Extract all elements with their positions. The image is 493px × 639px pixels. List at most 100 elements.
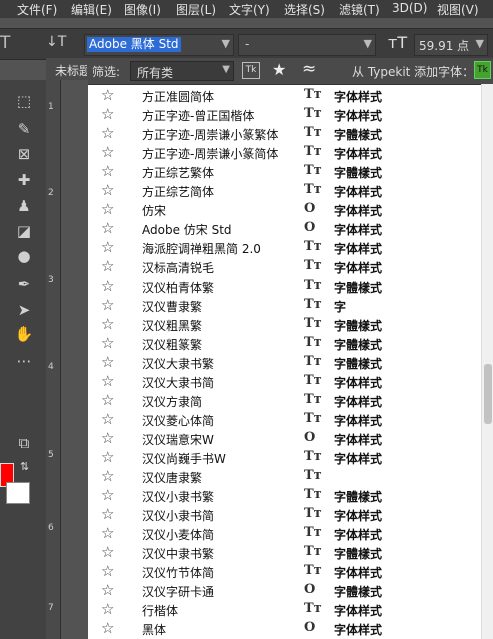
favorite-star-icon[interactable]: ☆	[101, 86, 114, 105]
font-size-field[interactable]: 59.91 点 ▼	[414, 34, 488, 56]
type-tool-icon[interactable]: T	[0, 33, 14, 55]
favorite-star-icon[interactable]: ☆	[101, 410, 114, 429]
menu-file[interactable]: 文件(F)	[17, 1, 57, 18]
font-list-item[interactable]: ☆ 汉仪中隶书繁 Tт 字體樣式	[88, 543, 481, 562]
typekit-filter-icon[interactable]: Tk	[242, 62, 260, 79]
typekit-add-icon[interactable]: Tk	[474, 61, 491, 79]
scrollbar-thumb[interactable]	[484, 364, 492, 424]
font-list-item[interactable]: ☆ 方正字迹-周崇谦小篆简体 Tт 字体样式	[88, 143, 481, 162]
text-orientation-icon[interactable]: ↓T	[46, 34, 66, 54]
font-list-item[interactable]: ☆ 汉仪尚巍手书W Tт 字体样式	[88, 448, 481, 467]
healing-brush-tool-icon[interactable]: ✚	[13, 169, 35, 191]
favorite-star-icon[interactable]: ☆	[101, 391, 114, 410]
favorite-star-icon[interactable]: ☆	[101, 429, 114, 448]
favorites-filter-star-icon[interactable]: ★	[272, 60, 286, 79]
favorite-star-icon[interactable]: ☆	[101, 181, 114, 200]
favorite-star-icon[interactable]: ☆	[101, 600, 114, 619]
favorite-star-icon[interactable]: ☆	[101, 524, 114, 543]
favorite-star-icon[interactable]: ☆	[101, 619, 114, 638]
font-list-item[interactable]: ☆ 汉仪方隶简 Tт 字体样式	[88, 391, 481, 410]
quick-select-tool-icon[interactable]: ✎	[13, 118, 35, 140]
menu-image[interactable]: 图像(I)	[124, 1, 161, 18]
font-list-item[interactable]: ☆ 汉仪粗黑繁 Tт 字體樣式	[88, 315, 481, 334]
favorite-star-icon[interactable]: ☆	[101, 143, 114, 162]
favorite-star-icon[interactable]: ☆	[101, 238, 114, 257]
favorite-star-icon[interactable]: ☆	[101, 486, 114, 505]
font-list-scrollbar[interactable]	[481, 84, 493, 639]
font-category-select[interactable]: 所有类 ▼	[130, 61, 234, 81]
favorite-star-icon[interactable]: ☆	[101, 105, 114, 124]
font-list-item[interactable]: ☆ 汉标高清锐毛 Tт 字体样式	[88, 257, 481, 276]
font-family-field[interactable]: Adobe 黑体 Std ▼	[84, 34, 234, 56]
font-list-item[interactable]: ☆ 黑体 O 字体样式	[88, 619, 481, 638]
font-list-item[interactable]: ☆ 汉仪竹节体简 Tт 字体样式	[88, 562, 481, 581]
menu-3d[interactable]: 3D(D)	[392, 1, 427, 15]
chevron-down-icon[interactable]: ▼	[364, 37, 372, 50]
eraser-tool-icon[interactable]: ◪	[13, 220, 35, 242]
font-list-item[interactable]: ☆ 汉仪唐隶繁 Tт	[88, 467, 481, 486]
font-list-item[interactable]: ☆ 汉仪瑞意宋W O 字体样式	[88, 429, 481, 448]
font-list-item[interactable]: ☆ Adobe 仿宋 Std O 字体样式	[88, 219, 481, 238]
favorite-star-icon[interactable]: ☆	[101, 162, 114, 181]
swap-colors-icon[interactable]: ⇅	[20, 460, 29, 473]
favorite-star-icon[interactable]: ☆	[101, 448, 114, 467]
font-list-item[interactable]: ☆ 仿宋 O 字体样式	[88, 200, 481, 219]
font-size-value[interactable]: 59.91 点	[419, 37, 469, 54]
font-list-item[interactable]: ☆ 汉仪大隶书简 Tт 字体样式	[88, 372, 481, 391]
font-list-item[interactable]: ☆ 汉仪柏青体繁 Tт 字體樣式	[88, 277, 481, 296]
favorite-star-icon[interactable]: ☆	[101, 334, 114, 353]
menu-select[interactable]: 选择(S)	[284, 1, 325, 18]
font-list-item[interactable]: ☆ 方正综艺简体 Tт 字体样式	[88, 181, 481, 200]
font-list-item[interactable]: ☆ 方正综艺繁体 Tт 字體樣式	[88, 162, 481, 181]
font-list-item[interactable]: ☆ 汉仪菱心体简 Tт 字体样式	[88, 410, 481, 429]
font-list-item[interactable]: ☆ 方正准圆简体 Tт 字体样式	[88, 86, 481, 105]
menu-view[interactable]: 视图(V)	[437, 1, 479, 18]
font-list-item[interactable]: ☆ 汉仪大隶书繁 Tт 字體樣式	[88, 353, 481, 372]
font-list-item[interactable]: ☆ 方正字迹-曾正国楷体 Tт 字体样式	[88, 105, 481, 124]
blur-tool-icon[interactable]: ●	[13, 245, 35, 267]
menu-edit[interactable]: 编辑(E)	[71, 1, 112, 18]
similar-fonts-icon[interactable]: ≈	[302, 59, 316, 79]
font-list-item[interactable]: ☆ 海派腔调禅粗黑简 2.0 Tт 字体样式	[88, 238, 481, 257]
more-tools-icon[interactable]: ⋯	[13, 350, 35, 372]
favorite-star-icon[interactable]: ☆	[101, 581, 114, 600]
favorite-star-icon[interactable]: ☆	[101, 124, 114, 143]
frame-tool-icon[interactable]: ⊠	[13, 143, 35, 165]
favorite-star-icon[interactable]: ☆	[101, 315, 114, 334]
font-list-item[interactable]: ☆ 汉仪曹隶繁 Tт 字	[88, 296, 481, 315]
font-family-value[interactable]: Adobe 黑体 Std	[87, 37, 181, 52]
favorite-star-icon[interactable]: ☆	[101, 353, 114, 372]
font-style-field[interactable]: - ▼	[238, 34, 376, 56]
hand-tool-icon[interactable]: ✋	[13, 323, 35, 345]
chevron-down-icon[interactable]: ▼	[476, 37, 484, 50]
favorite-star-icon[interactable]: ☆	[101, 543, 114, 562]
favorite-star-icon[interactable]: ☆	[101, 505, 114, 524]
favorite-star-icon[interactable]: ☆	[101, 219, 114, 238]
favorite-star-icon[interactable]: ☆	[101, 372, 114, 391]
favorite-star-icon[interactable]: ☆	[101, 467, 114, 486]
menu-filter[interactable]: 滤镜(T)	[339, 1, 380, 18]
marquee-tool-icon[interactable]: ⬚	[13, 90, 35, 112]
favorite-star-icon[interactable]: ☆	[101, 296, 114, 315]
font-list-item[interactable]: ☆ 汉仪粗篆繁 Tт 字體樣式	[88, 334, 481, 353]
font-list-item[interactable]: ☆ 汉仪小麦体简 Tт 字体样式	[88, 524, 481, 543]
font-list-item[interactable]: ☆ 汉仪小隶书繁 Tт 字體樣式	[88, 486, 481, 505]
font-list-item[interactable]: ☆ 汉仪小隶书简 Tт 字体样式	[88, 505, 481, 524]
background-color-swatch[interactable]	[6, 482, 30, 504]
favorite-star-icon[interactable]: ☆	[101, 277, 114, 296]
favorite-star-icon[interactable]: ☆	[101, 200, 114, 219]
pen-tool-icon[interactable]: ✒	[13, 273, 35, 295]
stamp-tool-icon[interactable]: ♟	[13, 195, 35, 217]
font-list-item[interactable]: ☆ 汉仪字研卡通 O 字體樣式	[88, 581, 481, 600]
path-select-tool-icon[interactable]: ➤	[13, 299, 35, 321]
font-list-item[interactable]: ☆ 方正字迹-周崇谦小篆繁体 Tт 字體樣式	[88, 124, 481, 143]
favorite-star-icon[interactable]: ☆	[101, 562, 114, 581]
menu-type[interactable]: 文字(Y)	[229, 1, 270, 18]
chevron-down-icon[interactable]: ▼	[222, 37, 230, 50]
document-tab[interactable]: 未标题	[46, 58, 88, 80]
chevron-down-icon[interactable]: ▼	[222, 64, 230, 75]
favorite-star-icon[interactable]: ☆	[101, 257, 114, 276]
menu-layer[interactable]: 图层(L)	[176, 1, 216, 18]
font-list-item[interactable]: ☆ 行楷体 Tт 字体样式	[88, 600, 481, 619]
screen-mode-icon[interactable]: ⧉	[13, 432, 35, 454]
